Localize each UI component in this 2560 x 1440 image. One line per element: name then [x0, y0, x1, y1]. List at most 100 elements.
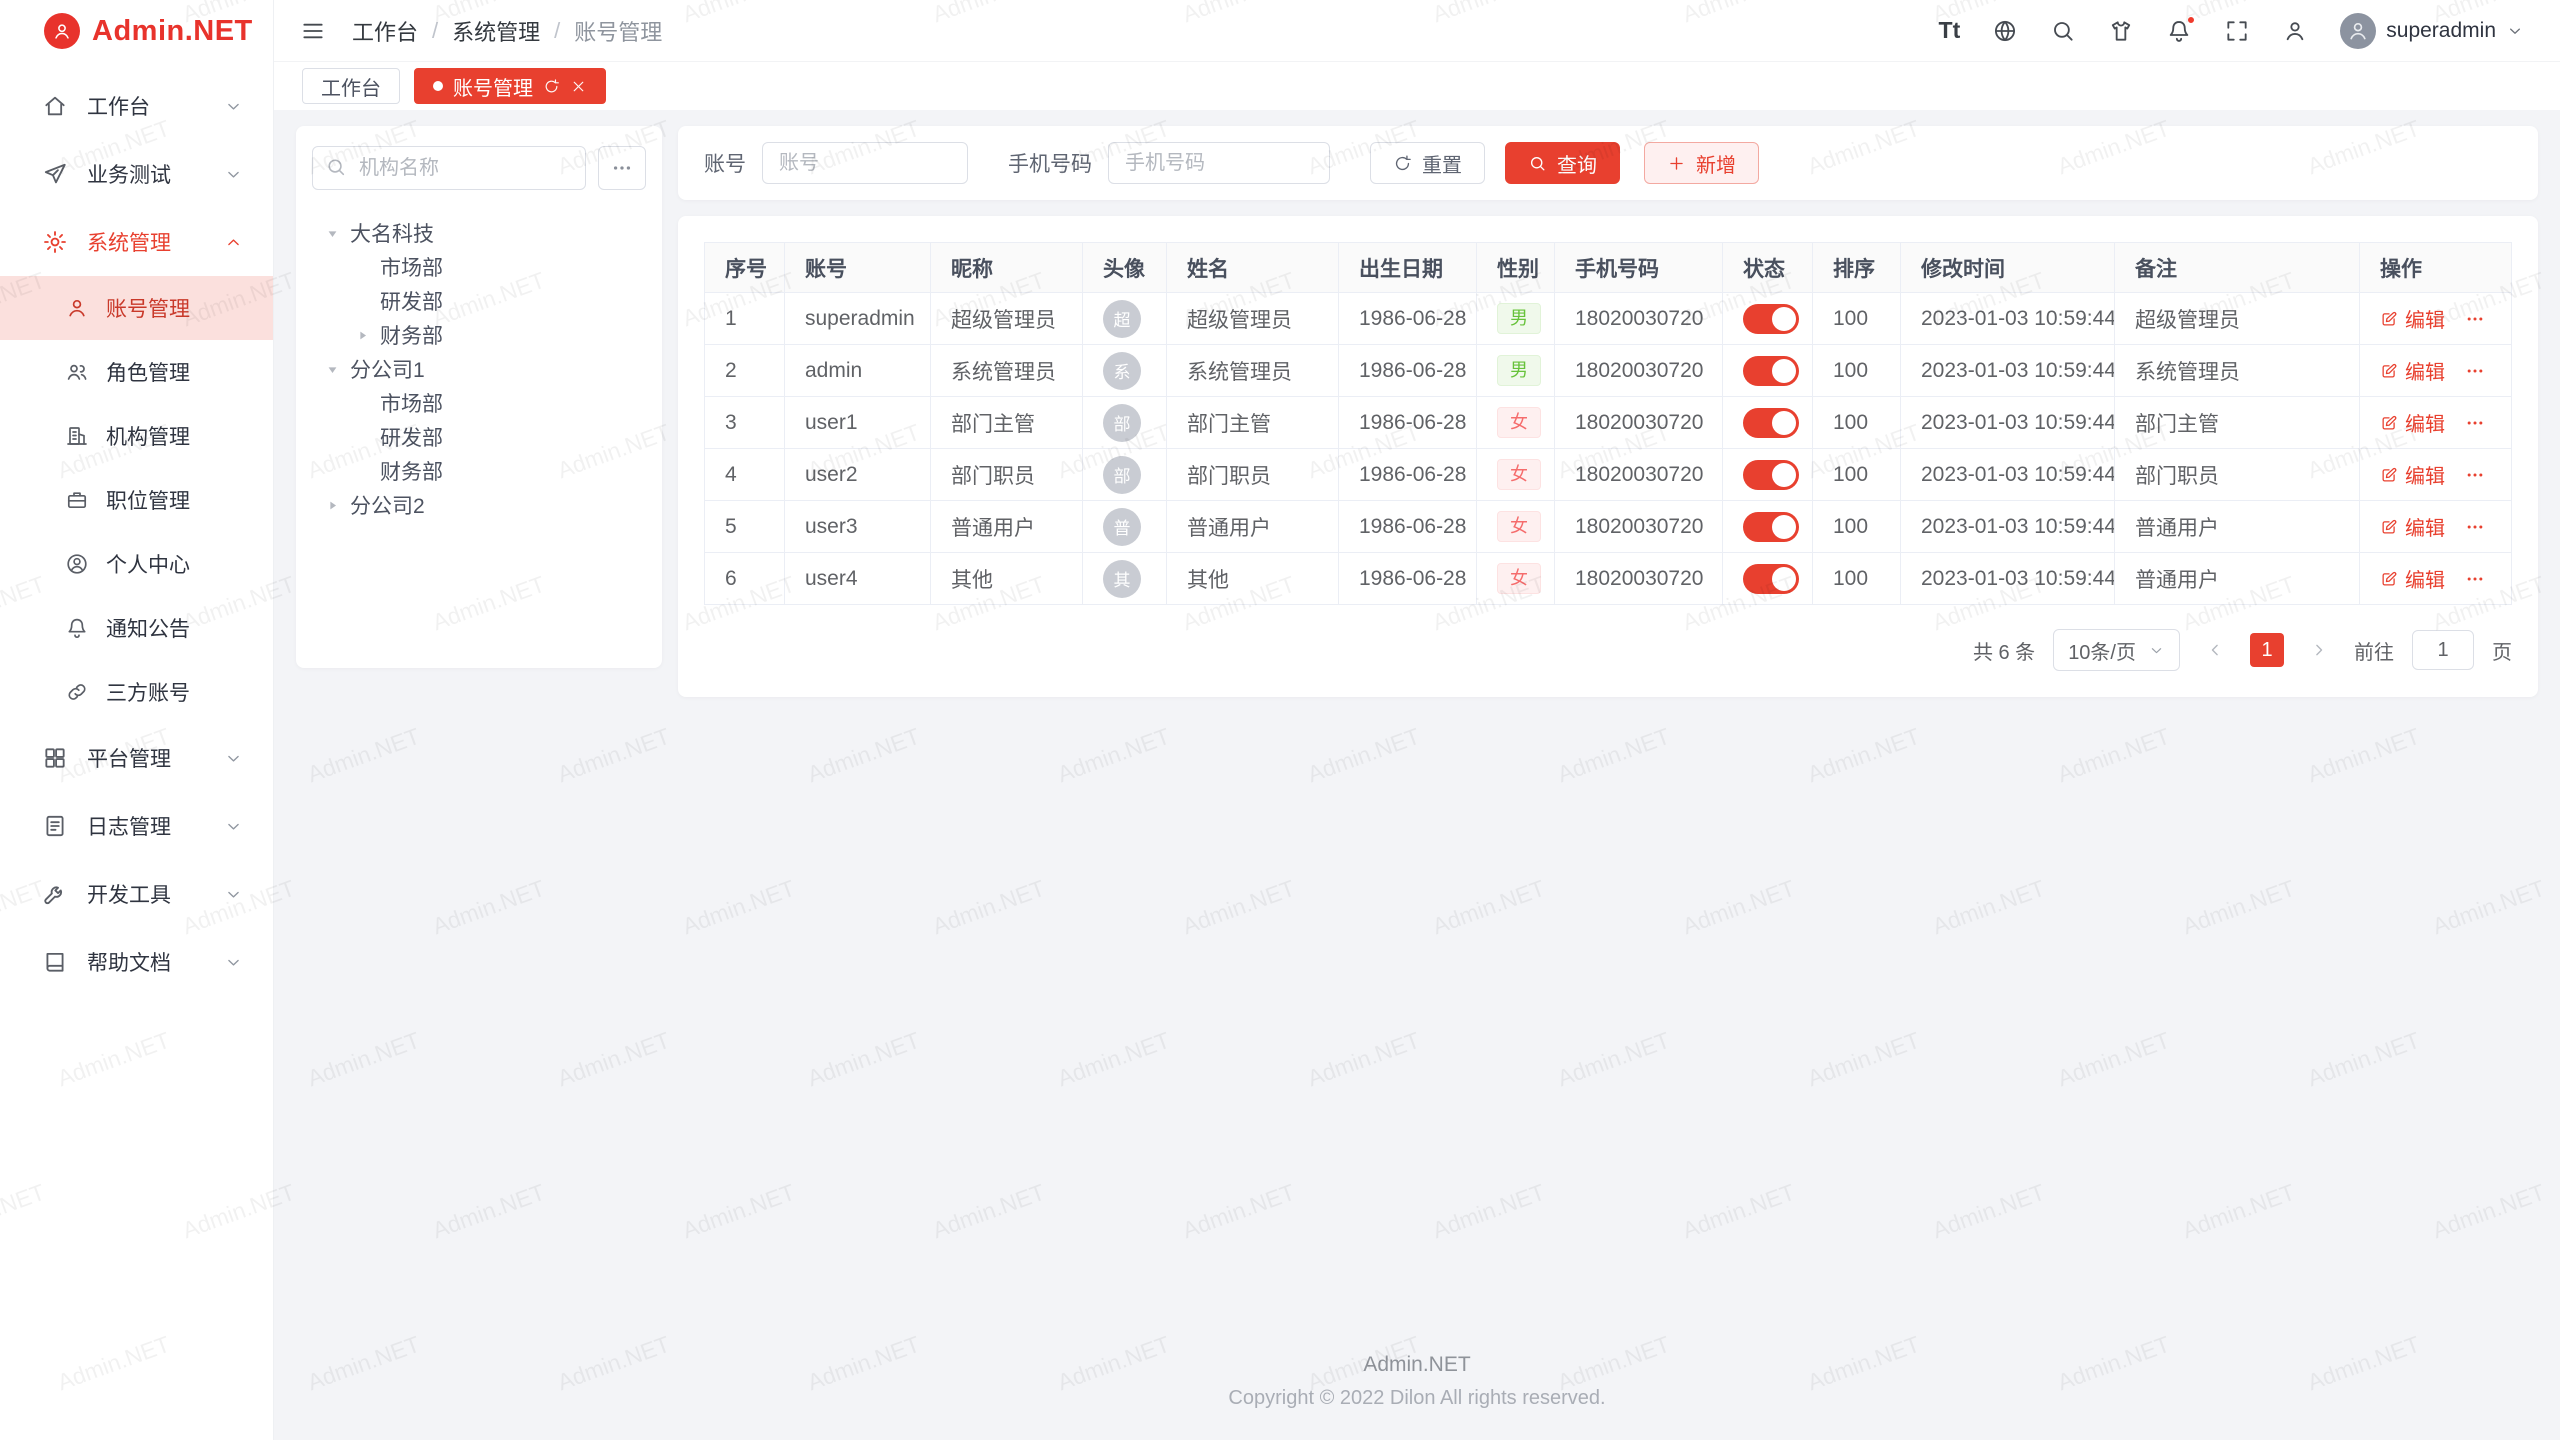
breadcrumb-item[interactable]: 系统管理: [452, 15, 540, 47]
cell-modified: 2023-01-03 10:59:44: [1901, 501, 2115, 553]
font-size-icon[interactable]: Tt: [1939, 17, 1961, 44]
tree-node[interactable]: 财务部: [312, 318, 646, 352]
current-page-button[interactable]: 1: [2250, 633, 2284, 667]
caret-right-icon[interactable]: [348, 321, 376, 349]
table-row: 3user1部门主管部部门主管1986-06-28女18020030720100…: [705, 397, 2512, 449]
status-toggle[interactable]: [1743, 356, 1799, 386]
tab-close-icon[interactable]: [570, 78, 587, 95]
account-input[interactable]: [762, 142, 968, 184]
cell-status: [1723, 293, 1813, 345]
caret-down-icon[interactable]: [318, 355, 346, 383]
sidebar-item-log-management[interactable]: 日志管理: [0, 792, 273, 860]
breadcrumb: 工作台/系统管理/账号管理: [352, 15, 662, 47]
tree-node[interactable]: 研发部: [312, 420, 646, 454]
status-toggle[interactable]: [1743, 512, 1799, 542]
more-actions-button[interactable]: [2465, 465, 2485, 485]
sidebar-item-label: 系统管理: [87, 227, 224, 257]
org-more-actions-button[interactable]: [598, 146, 646, 190]
search-button[interactable]: 查询: [1505, 142, 1620, 184]
reset-button[interactable]: 重置: [1370, 142, 1485, 184]
cell-modified: 2023-01-03 10:59:44: [1901, 553, 2115, 605]
sidebar-subitem-label: 通知公告: [106, 613, 190, 643]
tree-node[interactable]: 财务部: [312, 454, 646, 488]
edit-button[interactable]: 编辑: [2380, 512, 2445, 541]
status-toggle[interactable]: [1743, 460, 1799, 490]
sidebar-item-platform-management[interactable]: 平台管理: [0, 724, 273, 792]
cell-order: 100: [1813, 293, 1901, 345]
tree-node-label: 分公司1: [350, 354, 425, 384]
menu-collapse-icon[interactable]: [300, 18, 326, 44]
org-name-input[interactable]: [312, 146, 586, 190]
edit-button[interactable]: 编辑: [2380, 408, 2445, 437]
status-toggle[interactable]: [1743, 408, 1799, 438]
sidebar-item-help-docs[interactable]: 帮助文档: [0, 928, 273, 996]
sidebar-subitem-notice-announcement[interactable]: 通知公告: [0, 596, 273, 660]
cell-gender: 男: [1477, 345, 1555, 397]
gender-tag: 男: [1497, 303, 1541, 335]
more-actions-button[interactable]: [2465, 309, 2485, 329]
theme-icon[interactable]: [2108, 18, 2134, 44]
edit-button-label: 编辑: [2405, 512, 2445, 541]
sidebar-subitem-account-management[interactable]: 账号管理: [0, 276, 273, 340]
sidebar-item-label: 帮助文档: [87, 947, 224, 977]
user-menu[interactable]: superadmin: [2340, 13, 2524, 49]
column-header: 性别: [1477, 243, 1555, 293]
edit-button[interactable]: 编辑: [2380, 564, 2445, 593]
add-button[interactable]: 新增: [1644, 142, 1759, 184]
sidebar-item-dev-tools[interactable]: 开发工具: [0, 860, 273, 928]
caret-right-icon[interactable]: [318, 491, 346, 519]
tree-node[interactable]: 分公司1: [312, 352, 646, 386]
username: superadmin: [2386, 19, 2496, 43]
tab-workbench[interactable]: 工作台: [302, 68, 400, 104]
edit-button[interactable]: 编辑: [2380, 460, 2445, 489]
tab-account-management[interactable]: 账号管理: [414, 68, 606, 104]
toggle-knob: [1772, 359, 1796, 383]
next-page-button[interactable]: [2302, 633, 2336, 667]
cell-name: 其他: [1167, 553, 1339, 605]
sidebar-subitem-role-management[interactable]: 角色管理: [0, 340, 273, 404]
goto-page-input[interactable]: [2412, 630, 2474, 670]
sidebar-item-system-management[interactable]: 系统管理: [0, 208, 273, 276]
building-icon: [62, 424, 92, 448]
page-size-select[interactable]: 10条/页: [2053, 629, 2180, 671]
profile-icon[interactable]: [2282, 18, 2308, 44]
tree-node[interactable]: 大名科技: [312, 216, 646, 250]
tree-node[interactable]: 市场部: [312, 386, 646, 420]
fullscreen-icon[interactable]: [2224, 18, 2250, 44]
tree-node[interactable]: 研发部: [312, 284, 646, 318]
sidebar-item-business-test[interactable]: 业务测试: [0, 140, 273, 208]
sidebar-subitem-personal-center[interactable]: 个人中心: [0, 532, 273, 596]
more-actions-button[interactable]: [2465, 413, 2485, 433]
breadcrumb-item[interactable]: 工作台: [352, 15, 418, 47]
sidebar-item-workbench[interactable]: 工作台: [0, 72, 273, 140]
phone-input[interactable]: [1108, 142, 1330, 184]
tree-node-label: 分公司2: [350, 490, 425, 520]
status-toggle[interactable]: [1743, 304, 1799, 334]
tree-node[interactable]: 市场部: [312, 250, 646, 284]
sidebar-subitem-position-management[interactable]: 职位管理: [0, 468, 273, 532]
tree-node[interactable]: 分公司2: [312, 488, 646, 522]
more-actions-button[interactable]: [2465, 517, 2485, 537]
more-actions-button[interactable]: [2465, 361, 2485, 381]
more-actions-button[interactable]: [2465, 569, 2485, 589]
edit-button[interactable]: 编辑: [2380, 356, 2445, 385]
caret-down-icon[interactable]: [318, 219, 346, 247]
globe-icon[interactable]: [1992, 18, 2018, 44]
brand[interactable]: Admin.NET: [0, 0, 273, 62]
tab-refresh-icon[interactable]: [543, 78, 560, 95]
sidebar-subitem-third-party-account[interactable]: 三方账号: [0, 660, 273, 724]
chevron-up-icon: [224, 233, 243, 252]
column-header: 头像: [1083, 243, 1167, 293]
cell-order: 100: [1813, 501, 1901, 553]
status-toggle[interactable]: [1743, 564, 1799, 594]
sidebar-subitem-org-management[interactable]: 机构管理: [0, 404, 273, 468]
prev-page-button[interactable]: [2198, 633, 2232, 667]
avatar: 超: [1103, 300, 1141, 338]
cell-remark: 超级管理员: [2115, 293, 2360, 345]
edit-button[interactable]: 编辑: [2380, 304, 2445, 333]
profile-icon: [62, 552, 92, 576]
chevron-down-icon: [2148, 642, 2165, 659]
cell-status: [1723, 345, 1813, 397]
search-icon[interactable]: [2050, 18, 2076, 44]
notification-bell-icon[interactable]: [2166, 18, 2192, 44]
